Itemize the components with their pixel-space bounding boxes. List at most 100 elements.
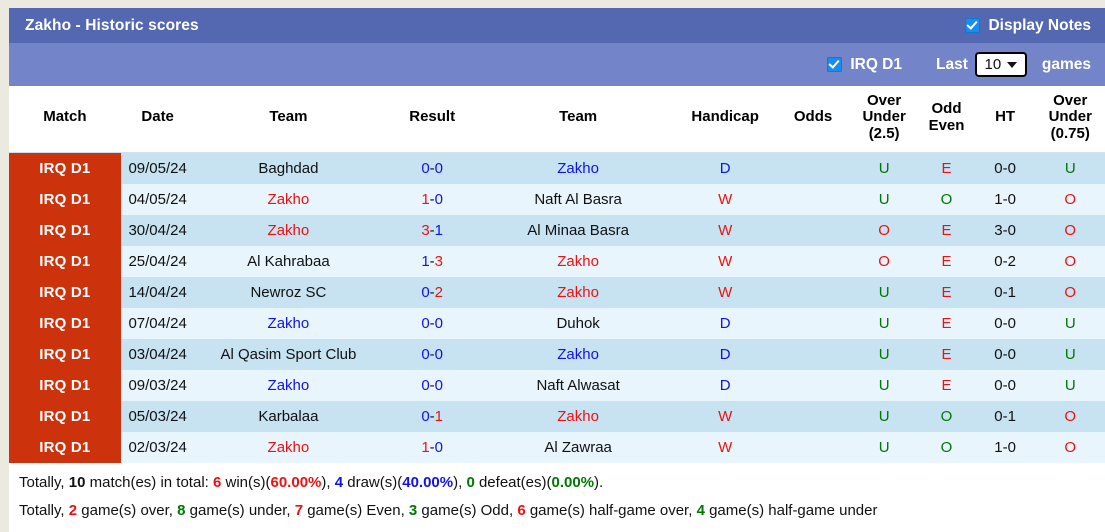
summary-defeats: 0 bbox=[466, 473, 475, 491]
cell-away[interactable]: Zakho bbox=[482, 152, 675, 184]
col-header-date: Date bbox=[120, 86, 195, 153]
cell-date: 05/03/24 bbox=[120, 400, 195, 432]
cell-ou25: U bbox=[849, 307, 919, 339]
cell-date: 04/05/24 bbox=[120, 183, 195, 215]
display-notes-checkbox[interactable] bbox=[965, 18, 981, 33]
cell-ht: 0-2 bbox=[974, 245, 1036, 277]
ou075-line3: (0.75) bbox=[1050, 125, 1090, 143]
cell-odds bbox=[776, 400, 850, 432]
summary-text-4: draw(s)( bbox=[343, 473, 403, 491]
summary2-text-1: game(s) over, bbox=[77, 502, 178, 520]
cell-odds bbox=[776, 369, 850, 401]
cell-result: 1-3 bbox=[382, 245, 483, 277]
cell-home[interactable]: Karbalaa bbox=[194, 400, 383, 432]
cell-home[interactable]: Al Kahrabaa bbox=[194, 245, 383, 277]
cell-home[interactable]: Al Qasim Sport Club bbox=[194, 338, 383, 370]
score-away: 0 bbox=[434, 376, 444, 394]
cell-result: 0-1 bbox=[382, 400, 483, 432]
cell-odds bbox=[776, 183, 850, 215]
cell-home[interactable]: Newroz SC bbox=[194, 276, 383, 308]
cell-oddeven: E bbox=[918, 307, 975, 339]
cell-odds bbox=[776, 431, 850, 463]
cell-handicap: D bbox=[674, 338, 777, 370]
summary-win-percent: 60.00% bbox=[270, 473, 322, 491]
league-filter-checkbox[interactable] bbox=[827, 57, 843, 72]
score-away: 0 bbox=[434, 438, 444, 456]
cell-ou25: U bbox=[849, 152, 919, 184]
score-home: 0 bbox=[421, 314, 430, 332]
cell-away[interactable]: Zakho bbox=[482, 276, 675, 308]
cell-league: IRQ D1 bbox=[9, 152, 121, 184]
cell-home[interactable]: Zakho bbox=[194, 431, 383, 463]
cell-away[interactable]: Naft Al Basra bbox=[482, 183, 675, 215]
cell-ou25: O bbox=[849, 214, 919, 246]
cell-away[interactable]: Naft Alwasat bbox=[482, 369, 675, 401]
cell-oddeven: E bbox=[918, 245, 975, 277]
last-label: Last bbox=[936, 55, 968, 73]
score-away: 1 bbox=[434, 407, 444, 425]
panel-subheader: IRQ D1 Last 10 games bbox=[9, 43, 1105, 86]
cell-handicap: W bbox=[674, 245, 777, 277]
col-header-odds: Odds bbox=[776, 86, 850, 153]
score-away: 2 bbox=[434, 283, 444, 301]
cell-oddeven: E bbox=[918, 214, 975, 246]
cell-away[interactable]: Zakho bbox=[482, 338, 675, 370]
cell-home[interactable]: Zakho bbox=[194, 183, 383, 215]
cell-league: IRQ D1 bbox=[9, 400, 121, 432]
cell-league: IRQ D1 bbox=[9, 276, 121, 308]
cell-ou075: U bbox=[1035, 307, 1105, 339]
cell-home[interactable]: Zakho bbox=[194, 369, 383, 401]
summary-draw-percent: 40.00% bbox=[402, 473, 454, 491]
summary-games-even: 7 bbox=[294, 502, 304, 520]
cell-league: IRQ D1 bbox=[9, 431, 121, 463]
summary-text-5: ), bbox=[453, 473, 467, 491]
cell-date: 02/03/24 bbox=[120, 431, 195, 463]
cell-away[interactable]: Duhok bbox=[482, 307, 675, 339]
col-header-match: Match bbox=[9, 86, 121, 153]
oddeven-line2: Even bbox=[928, 116, 965, 134]
cell-away[interactable]: Al Minaa Basra bbox=[482, 214, 675, 246]
cell-away[interactable]: Zakho bbox=[482, 245, 675, 277]
games-count-select[interactable]: 10 bbox=[974, 52, 1027, 77]
cell-home[interactable]: Zakho bbox=[194, 214, 383, 246]
cell-handicap: W bbox=[674, 214, 777, 246]
summary-text-6: defeat(es)( bbox=[474, 473, 552, 491]
score-home: 0 bbox=[421, 159, 430, 177]
ou075-line2: Under bbox=[1048, 108, 1092, 126]
cell-ou25: U bbox=[849, 276, 919, 308]
score-away: 0 bbox=[434, 159, 444, 177]
summary-prefix-1: Totally, bbox=[19, 473, 69, 491]
cell-ht: 1-0 bbox=[974, 431, 1036, 463]
cell-oddeven: E bbox=[918, 152, 975, 184]
cell-ou075: U bbox=[1035, 369, 1105, 401]
cell-oddeven: O bbox=[918, 400, 975, 432]
cell-oddeven: E bbox=[918, 338, 975, 370]
summary2-text-6: game(s) half-game under bbox=[704, 502, 878, 520]
cell-away[interactable]: Al Zawraa bbox=[482, 431, 675, 463]
cell-handicap: W bbox=[674, 183, 777, 215]
cell-odds bbox=[776, 276, 850, 308]
table-row: IRQ D1 09/03/24 Zakho 0-0 Naft Alwasat D U E 0-0… bbox=[9, 369, 1105, 401]
cell-date: 09/03/24 bbox=[120, 369, 195, 401]
summary2-text-4: game(s) Odd, bbox=[417, 502, 518, 520]
cell-home[interactable]: Baghdad bbox=[194, 152, 383, 184]
cell-ou25: U bbox=[849, 400, 919, 432]
cell-handicap: W bbox=[674, 431, 777, 463]
score-home: 0 bbox=[421, 345, 430, 363]
cell-date: 09/05/24 bbox=[120, 152, 195, 184]
col-header-home-team: Team bbox=[194, 86, 383, 153]
cell-home[interactable]: Zakho bbox=[194, 307, 383, 339]
score-away: 3 bbox=[434, 252, 444, 270]
cell-away[interactable]: Zakho bbox=[482, 400, 675, 432]
chevron-down-icon bbox=[1007, 61, 1018, 68]
score-home: 1 bbox=[421, 190, 430, 208]
cell-ht: 0-1 bbox=[974, 276, 1036, 308]
cell-oddeven: O bbox=[918, 431, 975, 463]
cell-date: 14/04/24 bbox=[120, 276, 195, 308]
summary-half-game-under: 4 bbox=[696, 502, 705, 520]
col-header-away-team: Team bbox=[482, 86, 675, 153]
cell-ht: 0-0 bbox=[974, 307, 1036, 339]
summary-text-7: ). bbox=[594, 473, 604, 491]
cell-ht: 3-0 bbox=[974, 214, 1036, 246]
oddeven-line1: Odd bbox=[931, 99, 962, 117]
